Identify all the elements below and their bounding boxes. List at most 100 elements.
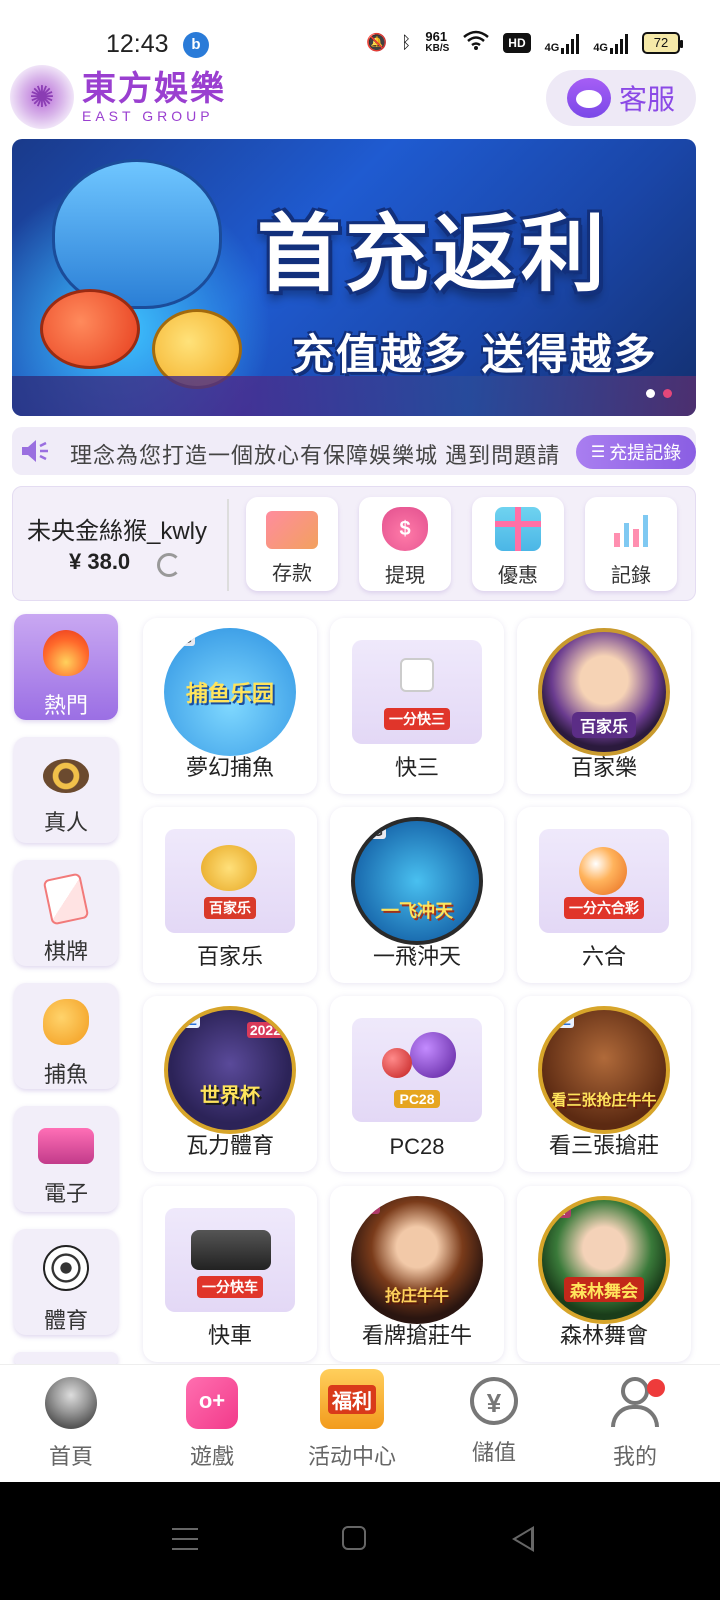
home-avatar-icon <box>45 1377 97 1429</box>
yuan-plus-icon: ¥ <box>470 1377 518 1425</box>
game-title: 百家樂 <box>570 755 637 780</box>
game-art: WL 看三张抢庄牛牛 <box>538 1006 670 1134</box>
logo-subtitle: EAST GROUP <box>82 108 214 124</box>
deposit-withdraw-records-button[interactable]: ☰ 充提記錄 <box>576 435 696 469</box>
nav-label: 我的 <box>612 1444 657 1469</box>
cards-icon <box>42 872 90 926</box>
game-card[interactable]: 百家乐 百家樂 <box>517 618 691 794</box>
game-card[interactable]: KY 森林舞会 森林舞會 <box>517 1186 691 1362</box>
bar-chart-icon <box>608 507 654 551</box>
soccer-ball-icon <box>43 1245 89 1291</box>
nav-home[interactable]: 首頁 <box>11 1377 131 1471</box>
app-notification-icon: b <box>183 32 209 58</box>
wifi-icon <box>463 30 490 55</box>
flame-icon <box>43 630 89 676</box>
money-bag-icon: $ <box>382 507 428 551</box>
category-label: 體育 <box>43 1308 88 1333</box>
game-title: 夢幻捕魚 <box>185 755 274 780</box>
banner-subtitle: 充值越多 送得越多 <box>292 331 658 378</box>
game-art: 一分快车 <box>165 1208 295 1312</box>
carousel-dot[interactable] <box>646 389 655 398</box>
welfare-box-icon: 福利 <box>320 1369 384 1429</box>
logo-emblem-icon: ✺ <box>10 65 74 129</box>
game-title: 看三張搶莊 <box>548 1133 659 1158</box>
category-label: 真人 <box>43 810 88 835</box>
promotions-button[interactable]: 優惠 <box>472 497 564 591</box>
promotions-label: 優惠 <box>498 565 538 587</box>
home-button[interactable] <box>342 1526 366 1550</box>
category-sports[interactable]: 體育 <box>14 1229 118 1335</box>
category-label: 捕魚 <box>43 1062 88 1087</box>
balance: ¥ 38.0 <box>69 549 131 574</box>
logo-title: 東方娛樂 <box>82 70 226 108</box>
category-slots[interactable]: 電子 <box>14 1106 118 1212</box>
withdraw-button[interactable]: $ 提現 <box>359 497 451 591</box>
game-card[interactable]: PC28 PC28 <box>330 996 504 1172</box>
game-title: 百家乐 <box>196 944 263 969</box>
card-icon <box>266 511 318 549</box>
game-art: KY 抢庄牛牛 <box>351 1196 483 1324</box>
status-time: 12:43 <box>106 30 169 58</box>
promo-banner[interactable]: 首充返利 充值越多 送得越多 <box>12 139 696 416</box>
banner-title: 首充返利 <box>257 207 610 301</box>
game-title: PC28 <box>389 1134 445 1159</box>
game-card[interactable]: AG 捕鱼乐园 夢幻捕魚 <box>143 618 317 794</box>
game-card[interactable]: 一分六合彩 六合 <box>517 807 691 983</box>
net-speed: 961 KB/S <box>425 28 450 54</box>
status-bar: 12:43 b 🔕 ᛒ 961 KB/S HD 4G 4G 72 <box>0 0 720 70</box>
game-card[interactable]: KY 抢庄牛牛 看牌搶莊牛 <box>330 1186 504 1362</box>
clownfish-illustration <box>40 289 140 369</box>
recent-apps-button[interactable] <box>172 1528 198 1550</box>
game-title: 六合 <box>581 944 626 969</box>
game-title: 快車 <box>207 1323 252 1348</box>
carousel-dots[interactable] <box>646 389 672 398</box>
nav-label: 活动中心 <box>307 1444 396 1469</box>
status-icons: 🔕 ᛒ 961 KB/S HD 4G 4G 72 <box>366 28 683 55</box>
bottom-navigation: 首頁 o+ 遊戲 福利 活动中心 ¥ 儲值 我的 <box>0 1364 720 1482</box>
game-art: 百家乐 <box>165 829 295 933</box>
game-art: KY 森林舞会 <box>538 1196 670 1324</box>
records-label: 充提記錄 <box>609 443 682 463</box>
game-title: 快三 <box>394 755 439 780</box>
username: 未央金絲猴_kwly <box>27 518 208 545</box>
game-title: 森林舞會 <box>559 1323 648 1348</box>
category-label: 電子 <box>43 1181 88 1206</box>
records-button[interactable]: 記錄 <box>585 497 677 591</box>
customer-service-label: 客服 <box>618 84 675 115</box>
carousel-dot-active[interactable] <box>663 389 672 398</box>
nav-label: 遊戲 <box>189 1444 234 1469</box>
category-live[interactable]: 真人 <box>14 737 118 843</box>
game-card[interactable]: WL 2022 世界杯 瓦力體育 <box>143 996 317 1172</box>
battery-icon: 72 <box>642 31 683 54</box>
category-fishing[interactable]: 捕魚 <box>14 983 118 1089</box>
game-card[interactable]: WL 看三张抢庄牛牛 看三張搶莊 <box>517 996 691 1172</box>
gift-icon <box>495 507 541 551</box>
game-card[interactable]: 一分快三 快三 <box>330 618 504 794</box>
brand-logo[interactable]: ✺ 東方娛樂 EAST GROUP <box>10 64 226 130</box>
bluetooth-icon: ᛒ <box>401 32 412 52</box>
game-card[interactable]: 一分快车 快車 <box>143 1186 317 1362</box>
category-label: 棋牌 <box>43 939 88 964</box>
game-title: 看牌搶莊牛 <box>361 1323 472 1348</box>
refresh-icon[interactable] <box>157 553 181 577</box>
nav-profile[interactable]: 我的 <box>575 1377 695 1471</box>
back-button[interactable] <box>512 1526 534 1552</box>
game-card[interactable]: 百家乐 百家乐 <box>143 807 317 983</box>
category-hot[interactable]: 熱門 <box>14 614 118 720</box>
customer-service-button[interactable]: 客服 <box>546 70 696 126</box>
gamepad-icon: o+ <box>186 1377 238 1429</box>
nav-activity-center[interactable]: 福利 活动中心 <box>292 1369 412 1471</box>
deposit-button[interactable]: 存款 <box>246 497 338 591</box>
game-title: 一飛沖天 <box>372 944 461 969</box>
game-title: 瓦力體育 <box>185 1133 274 1158</box>
mute-icon: 🔕 <box>366 32 388 52</box>
system-navigation-bar <box>0 1482 720 1600</box>
shark-illustration <box>52 159 222 309</box>
nav-deposit[interactable]: ¥ 儲值 <box>434 1377 554 1467</box>
nav-games[interactable]: o+ 遊戲 <box>152 1377 272 1471</box>
list-icon: ☰ <box>590 444 606 461</box>
category-cards[interactable]: 棋牌 <box>14 860 118 966</box>
game-card[interactable]: AG 一飞冲天 一飛沖天 <box>330 807 504 983</box>
game-art: 一分快三 <box>352 640 482 744</box>
withdraw-label: 提現 <box>385 565 425 587</box>
